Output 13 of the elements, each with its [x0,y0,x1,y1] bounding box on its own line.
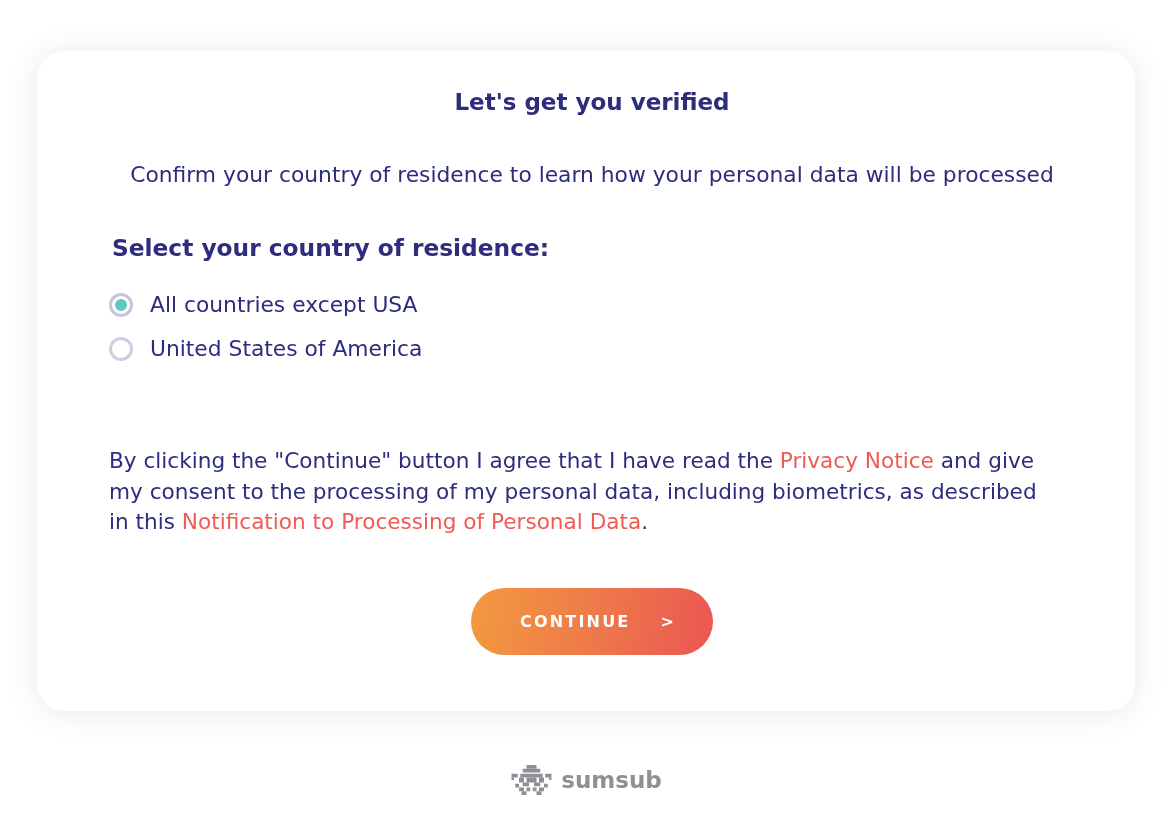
pixel-robot-icon [510,765,554,795]
continue-button[interactable]: CONTINUE > [471,587,713,655]
option-label[interactable]: United States of America [150,335,423,363]
policy-link[interactable]: Notification to Processing of Personal Data [181,509,642,534]
brand-name: sumsub [561,766,662,795]
policy-link[interactable]: Privacy Notice [779,448,934,473]
consent-text: By clicking the "Continue" button I agree that I have read the Privacy Notice and give my consent to the processing of my personal data, including biometrics, as described in this Notification to Processing of Personal Data. [109,447,1038,536]
subtitle-text: Confirm your country of residence to learn how your personal data will be processed [130,161,1054,189]
section-heading: Select your country of residence: [112,233,550,263]
radio-button[interactable] [109,293,133,317]
page-title: Let's get you verified [454,88,730,117]
option-label[interactable]: All countries except USA [150,291,418,319]
radio-button[interactable] [109,337,133,361]
